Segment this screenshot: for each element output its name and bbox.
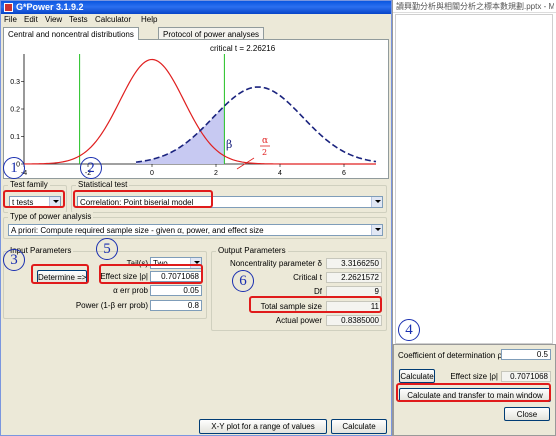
menu-edit[interactable]: Edit (24, 15, 38, 24)
y-tick-label: 0.1 (10, 134, 20, 141)
menu-file[interactable]: File (4, 15, 17, 24)
step-marker-3: 3 (3, 249, 25, 271)
highlight-effect-size (99, 264, 203, 284)
gpower-window: G*Power 3.1.9.2 File Edit View Tests Cal… (0, 0, 392, 436)
output-parameters-label: Output Parameters (216, 246, 288, 255)
xy-plot-button[interactable]: X-Y plot for a range of values (199, 419, 327, 434)
critical-t-label: critical t = 2.26216 (210, 44, 276, 53)
analysis-type-value: A priori: Compute required sample size -… (11, 226, 264, 235)
analysis-type-select[interactable]: A priori: Compute required sample size -… (8, 224, 383, 236)
menu-calculator[interactable]: Calculator (95, 15, 131, 24)
dialog-effect-size-value: 0.7071068 (501, 371, 551, 382)
coefficient-label: Coefficient of determination ρ² (398, 351, 505, 360)
analysis-type-label: Type of power analysis (8, 212, 94, 221)
menu-tests[interactable]: Tests (69, 15, 88, 24)
menu-bar: File Edit View Tests Calculator Help (1, 14, 391, 26)
power-label: Power (1-β err prob) (75, 301, 148, 310)
highlight-transfer-button (396, 383, 551, 402)
ppt-title-bar[interactable]: 讀興勤分析與相關分析之標本數規劃.pptx - Micro (393, 0, 556, 13)
highlight-determine (31, 264, 89, 284)
app-icon (4, 3, 13, 12)
ppt-slide-area[interactable] (395, 14, 553, 344)
x-tick-label: 4 (278, 170, 282, 177)
critical-t-out-label: Critical t (293, 273, 322, 282)
y-tick-label: 0.2 (10, 107, 20, 114)
test-family-label: Test family (8, 180, 50, 189)
x-tick-label: 2 (214, 170, 218, 177)
y-tick-label: 0.3 (10, 79, 20, 86)
df-label: Df (314, 287, 322, 296)
beta-label: β (226, 138, 232, 151)
noncentrality-label: Noncentrality parameter δ (229, 259, 322, 268)
distribution-chart: critical t = 2.26216 -4 -2 0 2 4 6 0 0.1 0.2 0.3… (3, 39, 389, 179)
highlight-total-sample-size (249, 296, 382, 313)
coefficient-input[interactable]: 0.5 (501, 349, 551, 360)
menu-view[interactable]: View (45, 15, 62, 24)
output-parameters-group: Output Parameters Noncentrality paramete… (211, 246, 387, 331)
ppt-window-title: 讀興勤分析與相關分析之標本數規劃.pptx - Micro (396, 2, 554, 11)
close-button[interactable]: Close (504, 407, 550, 421)
calculate-button[interactable]: Calculate (331, 419, 387, 434)
chevron-down-icon (371, 197, 382, 207)
alpha-err-input[interactable]: 0.05 (150, 285, 202, 296)
tab-distributions[interactable]: Central and noncentral distributions (3, 27, 139, 40)
dialog-effect-size-label: Effect size |ρ| (450, 372, 498, 381)
menu-help[interactable]: Help (141, 15, 157, 24)
step-marker-4: 4 (398, 319, 420, 341)
step-marker-6: 6 (232, 270, 254, 292)
step-marker-2: 2 (80, 157, 102, 179)
chevron-down-icon (371, 225, 382, 235)
highlight-statistical-test (73, 190, 213, 208)
beta-area (136, 106, 225, 164)
step-marker-1: 1 (3, 157, 25, 179)
x-tick-label: 6 (342, 170, 346, 177)
highlight-test-family (3, 190, 65, 208)
x-tick-label: 0 (150, 170, 154, 177)
power-input[interactable]: 0.8 (150, 300, 202, 311)
title-bar[interactable]: G*Power 3.1.9.2 (1, 1, 391, 14)
dialog-calculate-button[interactable]: Calculate (399, 369, 435, 383)
window-title: G*Power 3.1.9.2 (16, 2, 84, 12)
input-parameters-group: Input Parameters Determine => Tail(s) Tw… (3, 246, 207, 319)
statistical-test-label: Statistical test (76, 180, 130, 189)
analysis-type-group: Type of power analysis A priori: Compute… (3, 212, 387, 239)
actual-power-label: Actual power (275, 316, 322, 325)
noncentrality-value: 3.3166250 (326, 258, 382, 269)
actual-power-value: 0.8385000 (326, 315, 382, 326)
alpha-label: α (262, 136, 268, 146)
noncentral-distribution-curve (135, 86, 377, 163)
step-marker-5: 5 (96, 238, 118, 260)
critical-t-value: 2.2621572 (326, 272, 382, 283)
alpha-denominator: 2 (262, 148, 267, 157)
chart-canvas: critical t = 2.26216 -4 -2 0 2 4 6 00.10.20.3… (10, 44, 377, 177)
alpha-err-label: α err prob (113, 286, 148, 295)
